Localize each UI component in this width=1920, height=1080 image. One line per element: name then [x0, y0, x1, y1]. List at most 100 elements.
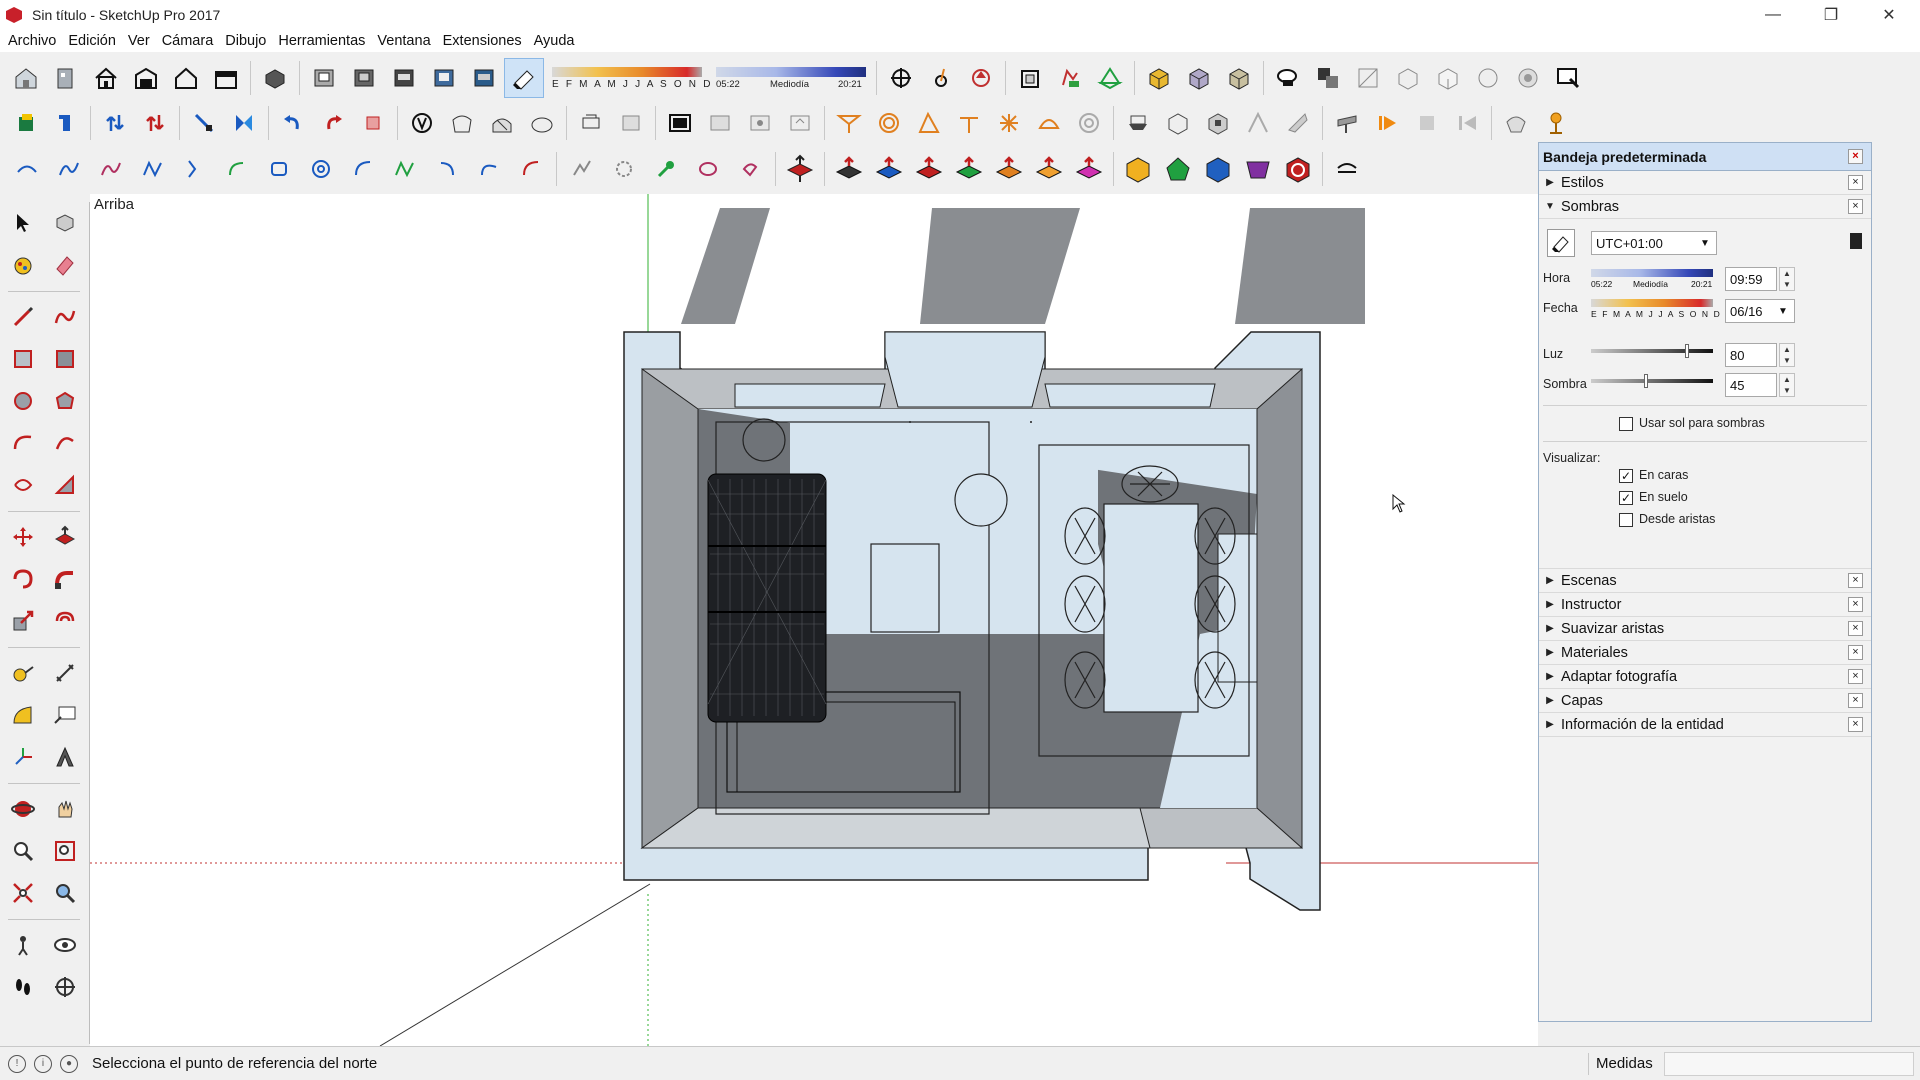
follow-me-icon[interactable] [44, 558, 86, 600]
sandbox-scratch-icon[interactable] [442, 103, 482, 143]
section-fill-icon[interactable] [961, 58, 1001, 98]
section-cut-icon[interactable] [921, 58, 961, 98]
3d-text-icon[interactable] [44, 736, 86, 778]
panel-escenas-close[interactable]: × [1848, 573, 1863, 588]
two-point-arc-icon[interactable] [44, 422, 86, 464]
freehand-icon[interactable] [44, 296, 86, 338]
sandbox-orange-1-icon[interactable] [829, 103, 869, 143]
panel-materiales[interactable]: ▶ Materiales × [1539, 641, 1871, 665]
shaded-texture-icon[interactable] [1139, 58, 1179, 98]
sandbox-detail-icon[interactable] [611, 103, 651, 143]
panel-info-close[interactable]: × [1848, 717, 1863, 732]
draw-key-icon[interactable] [645, 149, 687, 189]
sandbox-orange-5-icon[interactable] [989, 103, 1029, 143]
panel-escenas[interactable]: ▶ Escenas × [1539, 569, 1871, 593]
stop-animation-icon[interactable] [1407, 103, 1447, 143]
dynamic-comp-1-icon[interactable] [700, 103, 740, 143]
shadows-toggle-icon[interactable] [504, 58, 544, 98]
menu-herramientas[interactable]: Herramientas [272, 33, 371, 49]
layout-view-2-icon[interactable] [344, 58, 384, 98]
draw-arc-1-icon[interactable] [342, 149, 384, 189]
orbit-icon[interactable] [2, 788, 44, 830]
layout-view-5-icon[interactable] [464, 58, 504, 98]
zoom-extents-icon[interactable] [2, 872, 44, 914]
panel-estilos-close[interactable]: × [1848, 175, 1863, 190]
toolbar-collapse-icon[interactable] [1327, 149, 1367, 189]
layout-view-4-icon[interactable] [424, 58, 464, 98]
eraser-icon[interactable] [44, 244, 86, 286]
circle-icon[interactable] [2, 380, 44, 422]
scene-add-icon[interactable] [1327, 103, 1367, 143]
menu-archivo[interactable]: Archivo [2, 33, 62, 49]
previous-view-icon[interactable] [44, 872, 86, 914]
solid-purple-icon[interactable] [1238, 149, 1278, 189]
draw-curve-5-icon[interactable] [174, 149, 216, 189]
views-iso-icon[interactable] [1348, 58, 1388, 98]
draw-spiral-icon[interactable] [300, 149, 342, 189]
draw-curve-2-icon[interactable] [48, 149, 90, 189]
panel-instructor[interactable]: ▶ Instructor × [1539, 593, 1871, 617]
hora-slider[interactable]: 05:22 Mediodía 20:21 [1591, 267, 1713, 293]
model-viewport[interactable]: Arriba [90, 194, 1538, 1046]
panel-suavizar-aristas[interactable]: ▶ Suavizar aristas × [1539, 617, 1871, 641]
rotate-icon[interactable] [2, 558, 44, 600]
sandbox-smoove-icon[interactable] [482, 103, 522, 143]
zoom-icon[interactable] [2, 830, 44, 872]
extension-window-icon[interactable] [1548, 58, 1588, 98]
credits-status-icon[interactable]: i [34, 1054, 52, 1073]
layout-view-1-icon[interactable] [304, 58, 344, 98]
sandbox-orange-6-icon[interactable] [1029, 103, 1069, 143]
panel-sombras[interactable]: ▼ Sombras × [1539, 195, 1871, 219]
pie-icon[interactable] [44, 464, 86, 506]
menu-ayuda[interactable]: Ayuda [528, 33, 581, 49]
draw-curve-1-icon[interactable] [6, 149, 48, 189]
hour-slider[interactable]: 05:22 Mediodía 20:21 [716, 61, 866, 95]
mirror-icon[interactable] [224, 103, 264, 143]
sandbox-orange-2-icon[interactable] [869, 103, 909, 143]
undo-blue-icon[interactable] [273, 103, 313, 143]
walkthrough-2-icon[interactable] [1158, 103, 1198, 143]
components-panel-icon[interactable] [1308, 58, 1348, 98]
paint-bucket-icon[interactable] [2, 244, 44, 286]
draw-rect-icon[interactable] [258, 149, 300, 189]
month-slider[interactable]: E F M A M J J A S O N D [552, 61, 710, 95]
draw-polyline-icon[interactable] [561, 149, 603, 189]
warehouse-icon[interactable] [126, 58, 166, 98]
menu-camara[interactable]: Cámara [156, 33, 220, 49]
panel-informacion-entidad[interactable]: ▶ Información de la entidad × [1539, 713, 1871, 737]
dynamic-comp-2-icon[interactable] [740, 103, 780, 143]
axes-icon[interactable] [2, 736, 44, 778]
sombra-input[interactable]: 45 [1725, 373, 1777, 397]
views-right-icon[interactable] [1468, 58, 1508, 98]
panel-estilos[interactable]: ▶ Estilos × [1539, 171, 1871, 195]
menu-ventana[interactable]: Ventana [371, 33, 436, 49]
maximize-button[interactable]: ❐ [1802, 0, 1860, 30]
walkthrough-4-icon[interactable] [1238, 103, 1278, 143]
walk-footprints-icon[interactable] [2, 966, 44, 1008]
flip-blue-icon[interactable] [95, 103, 135, 143]
geo-location-icon[interactable] [1496, 103, 1536, 143]
move-icon[interactable] [2, 516, 44, 558]
extrude-blue-j-icon[interactable] [869, 149, 909, 189]
outliner-icon[interactable] [1268, 58, 1308, 98]
make-component-icon[interactable] [44, 202, 86, 244]
extrude-orange-n-icon[interactable] [989, 149, 1029, 189]
extrude-red-r-icon[interactable] [909, 149, 949, 189]
sandbox-stamp-icon[interactable] [522, 103, 562, 143]
rotated-rectangle-icon[interactable] [44, 338, 86, 380]
luz-spinner[interactable]: ▲ ▼ [1779, 343, 1795, 367]
house-outline-icon[interactable] [166, 58, 206, 98]
protractor-icon[interactable] [2, 694, 44, 736]
panel-sombras-close[interactable]: × [1848, 199, 1863, 214]
layer-green-icon[interactable] [6, 103, 46, 143]
rectangle-icon[interactable] [2, 338, 44, 380]
draw-arc-4-icon[interactable] [468, 149, 510, 189]
polygon-icon[interactable] [44, 380, 86, 422]
solid-green-icon[interactable] [1158, 149, 1198, 189]
three-point-arc-icon[interactable] [2, 464, 44, 506]
shadows-toggle-button[interactable] [1547, 229, 1575, 257]
sandbox-flip-icon[interactable] [660, 103, 700, 143]
push-pull-icon[interactable] [44, 516, 86, 558]
hora-input[interactable]: 09:59 [1725, 267, 1777, 291]
draw-arc-5-icon[interactable] [510, 149, 552, 189]
